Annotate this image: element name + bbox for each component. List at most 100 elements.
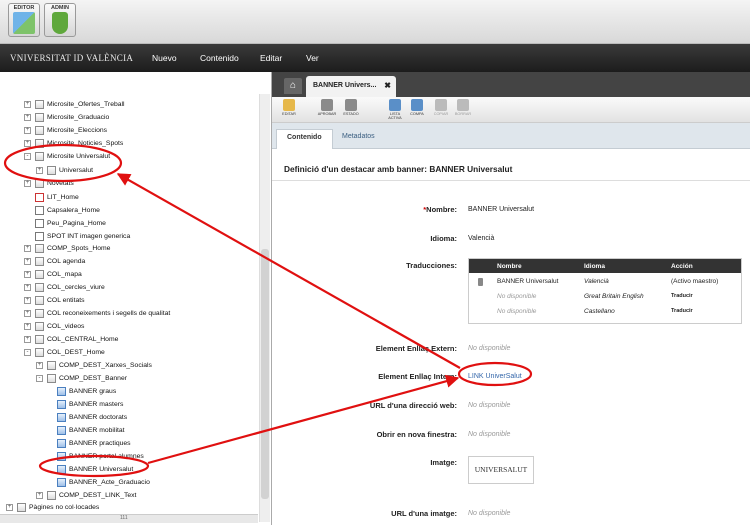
expand-icon[interactable]: + <box>24 127 31 134</box>
collapse-icon[interactable]: - <box>36 375 43 382</box>
toolbar-label: EDITAR <box>282 112 296 116</box>
tree-item[interactable]: - COMP_DEST_Banner <box>36 373 127 384</box>
tree-item[interactable]: + Microsite_Ofertes_Treball <box>24 99 125 110</box>
tree-item[interactable]: + COL_CENTRAL_Home <box>24 334 118 345</box>
tree-item[interactable]: BANNER masters <box>46 399 123 410</box>
scroll-thumb[interactable] <box>261 249 269 499</box>
pencil-icon <box>283 99 295 111</box>
url-value: No disponible <box>468 402 511 409</box>
expand-icon[interactable]: + <box>24 245 31 252</box>
tab-contenido[interactable]: Contenido <box>276 129 333 149</box>
expand-icon[interactable]: + <box>24 310 31 317</box>
tab-banner-universalut[interactable]: BANNER Univers... ✖ <box>306 76 396 97</box>
page-icon <box>35 335 44 344</box>
tree-item[interactable]: SPOT INT imagen generica <box>24 231 130 242</box>
tree-item[interactable]: + COL reconeixements i segells de qualita… <box>24 308 170 319</box>
expand-icon[interactable]: + <box>24 101 31 108</box>
tree-item-label: COMP_Spots_Home <box>47 245 111 252</box>
tree-item[interactable]: + COL agenda <box>24 256 85 267</box>
banner-icon <box>57 452 66 461</box>
tree-item[interactable]: + COL_videos <box>24 321 84 332</box>
menu-editar[interactable]: Editar <box>260 53 282 63</box>
tree-item[interactable]: BANNER practiques <box>46 438 131 449</box>
expand-icon[interactable]: + <box>24 271 31 278</box>
tree-vertical-scrollbar[interactable] <box>259 94 270 522</box>
tree-item[interactable]: LIT_Home <box>24 192 79 203</box>
tree-item[interactable]: Capsalera_Home <box>24 205 100 216</box>
expand-icon[interactable]: + <box>24 180 31 187</box>
expand-icon[interactable]: + <box>24 140 31 147</box>
expand-icon[interactable]: + <box>24 336 31 343</box>
editar-button[interactable]: EDITAR <box>278 99 300 116</box>
tree-item[interactable]: + COL entitats <box>24 295 85 306</box>
copiar-button[interactable]: COPIAR <box>430 99 452 116</box>
expand-icon[interactable]: + <box>6 504 13 511</box>
tree-item[interactable]: BANNER doctorats <box>46 412 127 423</box>
tree-item-label: COMP_DEST_Xarxes_Socials <box>59 362 152 369</box>
tree-item-label: COL_CENTRAL_Home <box>47 336 119 343</box>
tree-item[interactable]: BANNER Universalut <box>46 464 133 475</box>
tree-item[interactable]: Peu_Pagina_Home <box>24 218 106 229</box>
tree-item-label: BANNER doctorats <box>69 414 128 421</box>
translate-link[interactable]: Traducir <box>671 308 693 314</box>
tab-metadatos[interactable]: Metadatos <box>332 129 385 149</box>
tree-item-label: COL_DEST_Home <box>47 349 105 356</box>
tree-horizontal-scrollbar[interactable]: 111 <box>0 514 258 523</box>
tree-item[interactable]: + COMP_DEST_LINK_Text <box>36 490 136 501</box>
tree-item[interactable]: BANNER mobilitat <box>46 425 125 436</box>
expand-icon[interactable]: + <box>24 258 31 265</box>
expand-icon[interactable]: + <box>24 297 31 304</box>
expand-icon[interactable]: + <box>36 167 43 174</box>
banner-icon <box>57 413 66 422</box>
home-icon[interactable]: ⌂ <box>284 78 302 94</box>
tree-item[interactable]: BANNER_Acte_Graduacio <box>46 477 150 488</box>
admin-app-button[interactable]: ADMIN <box>44 3 76 37</box>
tree-item[interactable]: - Microsite Universalut <box>24 151 110 162</box>
tree-item[interactable]: BANNER portal alumnes <box>46 451 144 462</box>
expand-icon[interactable]: + <box>36 362 43 369</box>
tree-item[interactable]: + Novetats <box>24 178 74 189</box>
editor-app-button[interactable]: EDITOR <box>8 3 40 37</box>
tree-item[interactable]: + COL_cercles_viure <box>24 282 105 293</box>
tree-item[interactable]: + Pàgines no col·locades <box>6 502 99 513</box>
aprobar-button[interactable]: APROBAR <box>316 99 338 116</box>
editor-panel: ⌂ BANNER Univers... ✖ EDITAR APROBAR ESTAD… <box>272 72 750 525</box>
compa-button[interactable]: COMPA <box>406 99 428 116</box>
tree-item-label: SPOT INT imagen generica <box>47 233 131 240</box>
banner-image-thumbnail[interactable]: UNIVERSALUT <box>468 456 534 484</box>
idioma-value: Valencià <box>468 235 495 242</box>
expand-icon[interactable]: + <box>24 323 31 330</box>
tree-item[interactable]: - COL_DEST_Home <box>24 347 105 358</box>
page-icon <box>35 100 44 109</box>
page-icon <box>35 113 44 122</box>
collapse-icon[interactable]: - <box>24 153 31 160</box>
trash-icon[interactable] <box>478 278 483 286</box>
page-icon <box>35 322 44 331</box>
tree-item[interactable]: + Microsite_Eleccions <box>24 125 107 136</box>
page-icon <box>35 244 44 253</box>
tree-item[interactable]: + COMP_DEST_Xarxes_Socials <box>36 360 152 371</box>
translate-link[interactable]: Traducir <box>671 293 693 299</box>
collapse-icon[interactable]: - <box>24 349 31 356</box>
intern-link[interactable]: LINK UniverSalut <box>468 373 522 380</box>
tree-item[interactable]: + Microsite_Noticies_Spots <box>24 138 123 149</box>
banner-icon <box>57 465 66 474</box>
main-navbar: VNIVERSITAT ID VALÈNCIA Nuevo Contenido … <box>0 44 750 72</box>
expand-icon[interactable]: + <box>24 284 31 291</box>
share-icon <box>411 99 423 111</box>
borrar-button[interactable]: BORRAR <box>452 99 474 116</box>
page-icon <box>35 257 44 266</box>
expand-icon[interactable]: + <box>36 492 43 499</box>
close-tab-icon[interactable]: ✖ <box>384 76 391 96</box>
menu-ver[interactable]: Ver <box>306 53 319 63</box>
lista-activa-button[interactable]: LISTA ACTIVA <box>384 99 406 120</box>
tree-item[interactable]: + Universalut <box>36 165 93 176</box>
estado-button[interactable]: ESTADO <box>340 99 362 116</box>
menu-nuevo[interactable]: Nuevo <box>152 53 177 63</box>
tree-item[interactable]: BANNER graus <box>46 386 116 397</box>
menu-contenido[interactable]: Contenido <box>200 53 239 63</box>
tree-item[interactable]: + COMP_Spots_Home <box>24 243 110 254</box>
expand-icon[interactable]: + <box>24 114 31 121</box>
tree-item[interactable]: + COL_mapa <box>24 269 82 280</box>
tree-item[interactable]: + Microsite_Graduacio <box>24 112 109 123</box>
